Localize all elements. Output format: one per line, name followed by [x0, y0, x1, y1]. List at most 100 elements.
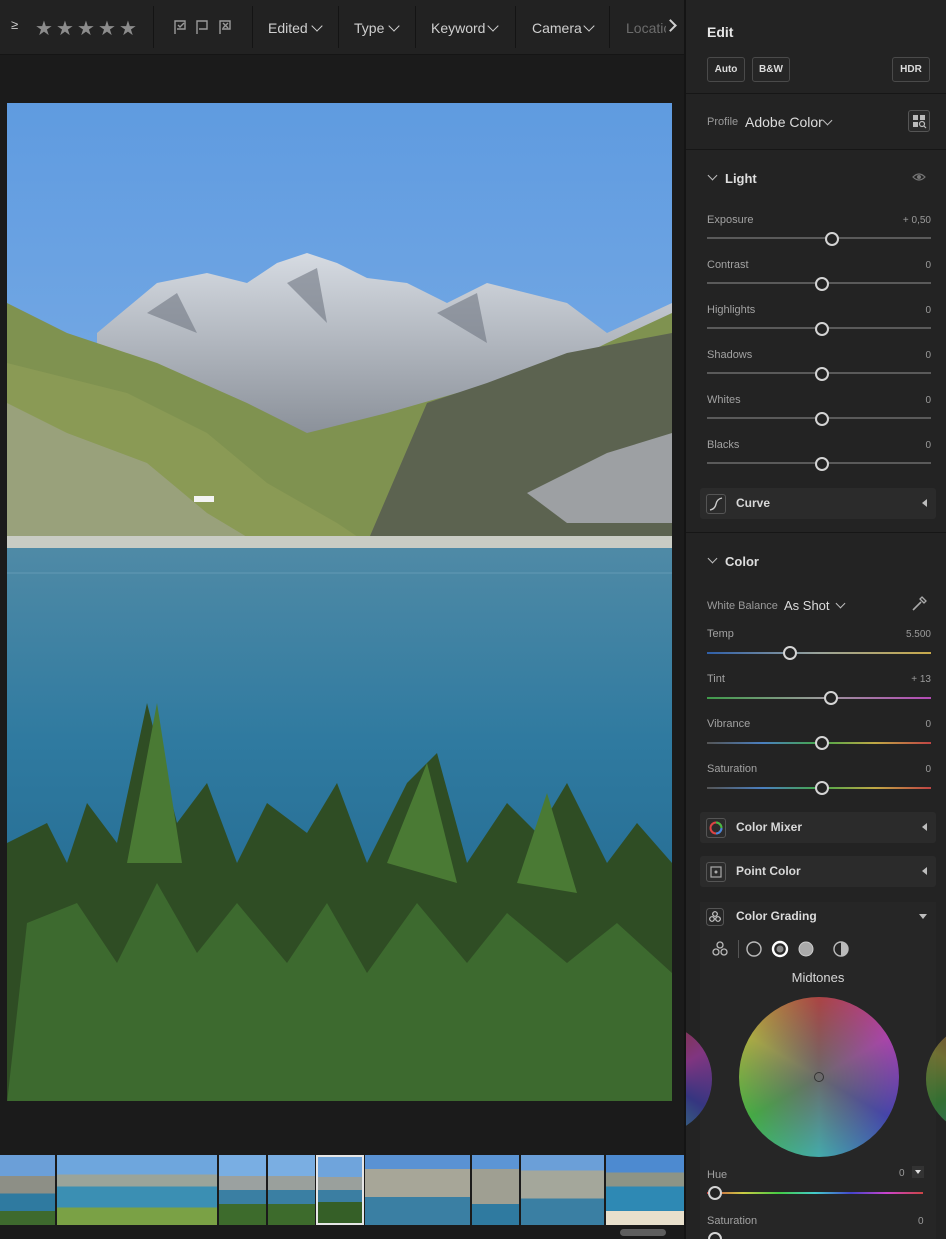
blacks-value: 0	[925, 440, 931, 451]
chevron-down-icon	[835, 598, 846, 609]
color-mixer-title: Color Mixer	[736, 820, 803, 834]
shadows-knob[interactable]	[815, 367, 829, 381]
filmstrip-thumb[interactable]	[521, 1155, 604, 1225]
profile-grid-icon	[913, 115, 927, 129]
rating-star-2-icon[interactable]: ★	[56, 16, 74, 41]
wheel-center-handle[interactable]	[814, 1072, 824, 1082]
edit-panel: Edit Auto B&W HDR Profile Adobe Color Li…	[686, 0, 946, 1239]
shadows-wheel-preview[interactable]	[686, 1024, 712, 1134]
chevron-right-icon[interactable]	[664, 19, 677, 32]
grading-saturation-value: 0	[918, 1216, 924, 1227]
filmstrip-thumb[interactable]	[219, 1155, 266, 1225]
separator	[686, 149, 946, 150]
filmstrip-thumb[interactable]	[472, 1155, 519, 1225]
color-mixer-section-header[interactable]: Color Mixer	[700, 812, 936, 843]
filter-keyword-label: Keyword	[431, 20, 486, 36]
exposure-knob[interactable]	[825, 232, 839, 246]
filmstrip-thumb[interactable]	[365, 1155, 470, 1225]
flag-rejected-icon[interactable]	[218, 19, 232, 35]
vibrance-knob[interactable]	[815, 736, 829, 750]
separator	[686, 532, 946, 533]
separator	[252, 6, 253, 48]
filmstrip-thumb[interactable]	[606, 1155, 684, 1225]
blacks-label: Blacks	[707, 439, 740, 451]
highlights-wheel-icon[interactable]	[797, 940, 815, 958]
rating-star-4-icon[interactable]: ★	[98, 16, 116, 41]
white-balance-label: White Balance	[707, 600, 778, 612]
chevron-down-icon	[915, 1170, 921, 1174]
rating-star-5-icon[interactable]: ★	[119, 16, 137, 41]
filter-location-label[interactable]: Locatio	[626, 20, 666, 36]
point-color-title: Point Color	[736, 864, 801, 878]
point-color-section-header[interactable]: Point Color	[700, 856, 936, 887]
whites-knob[interactable]	[815, 412, 829, 426]
blacks-knob[interactable]	[815, 457, 829, 471]
point-color-icon	[706, 862, 726, 882]
chevron-down-icon	[487, 20, 499, 32]
flag-unflagged-icon[interactable]	[195, 19, 209, 35]
tint-knob[interactable]	[824, 691, 838, 705]
filmstrip-thumb[interactable]	[57, 1155, 217, 1225]
hdr-button[interactable]: HDR	[892, 57, 930, 82]
temp-knob[interactable]	[783, 646, 797, 660]
expand-left-icon	[922, 867, 927, 875]
expand-left-icon	[922, 499, 927, 507]
hue-track[interactable]	[707, 1192, 923, 1194]
highlights-wheel-preview[interactable]	[926, 1024, 946, 1134]
grading-saturation-knob[interactable]	[708, 1232, 722, 1239]
hue-knob[interactable]	[708, 1186, 722, 1200]
chevron-down-icon	[388, 20, 400, 32]
profile-value: Adobe Color	[745, 114, 823, 130]
exposure-track[interactable]	[707, 237, 931, 239]
midtones-color-wheel[interactable]	[739, 997, 899, 1157]
tint-value: + 13	[911, 674, 931, 685]
whites-value: 0	[925, 395, 931, 406]
highlights-label: Highlights	[707, 304, 756, 316]
chevron-down-icon	[583, 20, 595, 32]
white-balance-value: As Shot	[784, 598, 830, 613]
filter-mode-glyph[interactable]: ≥	[11, 17, 18, 32]
saturation-knob[interactable]	[815, 781, 829, 795]
eyedropper-icon[interactable]	[910, 595, 928, 613]
filter-bar: ≥ ★ ★ ★ ★ ★ Edited Type Keyword Camera L…	[0, 0, 684, 55]
temp-label: Temp	[707, 628, 734, 640]
hue-swatch-dropdown[interactable]	[912, 1166, 924, 1178]
filmstrip	[0, 1145, 684, 1239]
flag-picked-icon[interactable]	[173, 19, 187, 35]
three-way-view-icon[interactable]	[711, 940, 729, 958]
saturation-label: Saturation	[707, 763, 758, 775]
chevron-down-icon	[822, 115, 833, 126]
curve-icon	[706, 494, 726, 514]
filmstrip-thumb[interactable]	[0, 1155, 55, 1225]
filmstrip-scrollbar[interactable]	[620, 1229, 666, 1236]
filmstrip-thumb[interactable]	[268, 1155, 315, 1225]
rating-star-3-icon[interactable]: ★	[77, 16, 95, 41]
highlights-knob[interactable]	[815, 322, 829, 336]
color-mixer-icon	[706, 818, 726, 838]
curve-section-header[interactable]: Curve	[700, 488, 936, 519]
contrast-label: Contrast	[707, 259, 749, 271]
filmstrip-thumb-selected[interactable]	[316, 1155, 364, 1225]
rating-star-1-icon[interactable]: ★	[35, 16, 53, 41]
whites-label: Whites	[707, 394, 741, 406]
shadows-wheel-icon[interactable]	[745, 940, 763, 958]
auto-button[interactable]: Auto	[707, 57, 745, 82]
profile-label: Profile	[707, 116, 739, 128]
main-photo	[7, 103, 672, 1101]
midtones-label: Midtones	[791, 970, 845, 985]
global-wheel-icon[interactable]	[832, 940, 850, 958]
temp-track[interactable]	[707, 652, 931, 654]
tint-track[interactable]	[707, 697, 931, 699]
contrast-knob[interactable]	[815, 277, 829, 291]
saturation-value: 0	[925, 764, 931, 775]
chevron-down-icon	[311, 20, 323, 32]
collapse-down-icon	[919, 914, 927, 919]
midtones-wheel-icon[interactable]	[771, 940, 789, 958]
bw-button[interactable]: B&W	[752, 57, 790, 82]
profile-browser-button[interactable]	[908, 110, 930, 132]
filter-camera-label: Camera	[532, 20, 582, 36]
edit-title: Edit	[707, 24, 734, 40]
exposure-value: + 0,50	[902, 215, 931, 226]
curve-title: Curve	[736, 496, 771, 510]
eye-icon[interactable]	[912, 172, 926, 182]
